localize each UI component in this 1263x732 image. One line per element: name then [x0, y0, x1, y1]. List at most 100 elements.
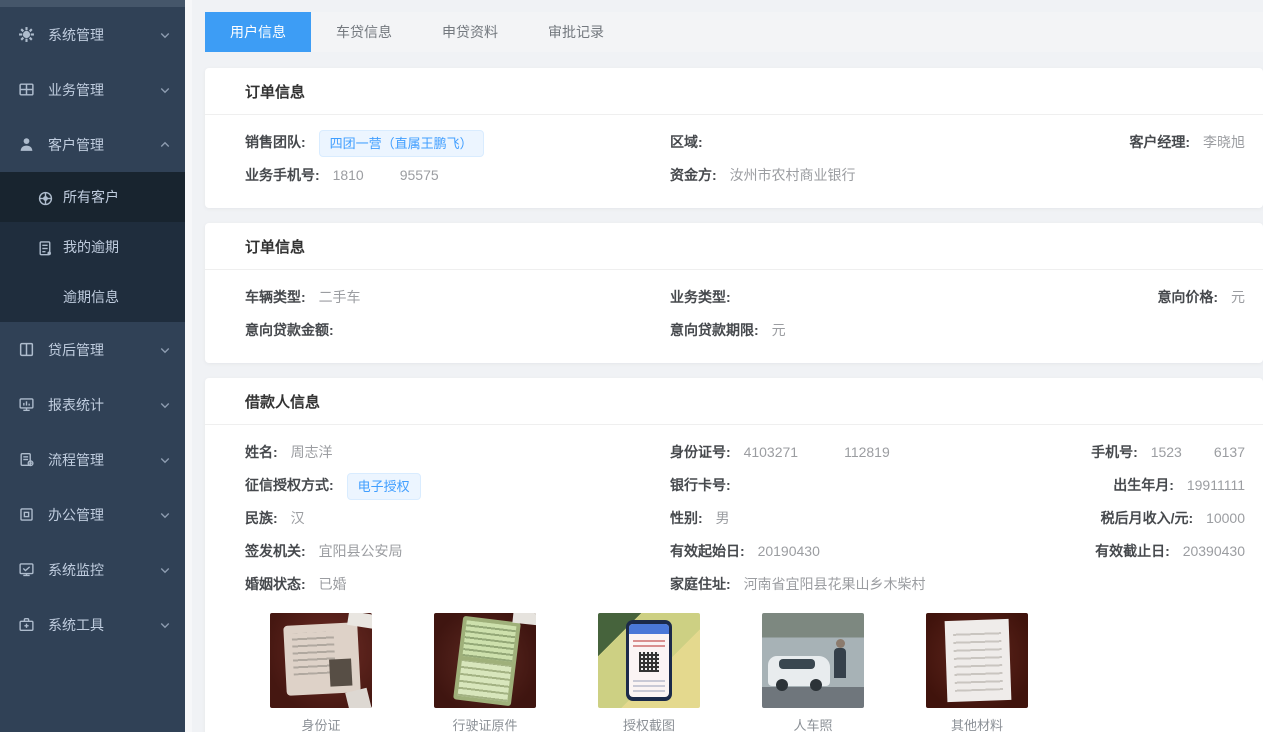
tab-approval-records[interactable]: 审批记录 [523, 12, 629, 52]
photo-caption: 行驶证原件 [434, 715, 536, 732]
field-label: 车辆类型: [245, 289, 306, 305]
credit-auth-tag[interactable]: 电子授权 [347, 473, 421, 500]
field-label: 销售团队: [245, 134, 306, 150]
sidebar-item-label: 逾期信息 [63, 287, 119, 307]
field-vehicle-type: 车辆类型: 二手车 [245, 281, 670, 314]
field-intended-loan-term: 意向贷款期限: 元 [670, 314, 1070, 347]
sales-team-tag[interactable]: 四团一营（直属王鹏飞） [319, 130, 484, 157]
chevron-down-icon [159, 619, 171, 631]
field-value: 4103271112819 [744, 444, 890, 460]
field-label: 客户经理: [1129, 134, 1190, 150]
sidebar-top-band [0, 0, 185, 7]
sidebar-item-label: 系统监控 [48, 560, 104, 580]
customer-management-submenu: 所有客户 我的逾期 逾期信息 [0, 172, 185, 322]
redacted-text [365, 169, 399, 183]
field-label: 资金方: [670, 167, 717, 183]
field-name: 姓名: 周志洋 [245, 436, 670, 469]
field-label: 区域: [670, 134, 703, 150]
authorization-screenshot-photo[interactable] [598, 613, 700, 708]
field-valid-to: 有效截止日: 20390430 [1070, 535, 1263, 568]
book-icon [18, 341, 35, 358]
field-label: 银行卡号: [670, 477, 731, 493]
field-value: 元 [1231, 289, 1245, 305]
sidebar-item-system-management[interactable]: 系统管理 [0, 7, 185, 62]
order-info-card-2: 订单信息 车辆类型: 二手车 业务类型: 意向价格: 元 意向贷款金额: [205, 223, 1263, 363]
chevron-down-icon [159, 564, 171, 576]
field-value: 宜阳县公安局 [319, 543, 403, 559]
field-label: 意向价格: [1157, 289, 1218, 305]
field-region: 区域: [670, 126, 1070, 159]
field-account-manager: 客户经理: 李晓旭 [1070, 126, 1263, 159]
phone-graphic [626, 620, 672, 701]
car-graphic [768, 656, 830, 686]
sidebar-item-system-tools[interactable]: 系统工具 [0, 597, 185, 652]
field-value: 19911111 [1187, 477, 1245, 493]
sidebar-item-system-monitoring[interactable]: 系统监控 [0, 542, 185, 597]
monitor-check-icon [18, 561, 35, 578]
field-label: 业务类型: [670, 289, 731, 305]
field-value: 汉 [291, 510, 305, 526]
sidebar-item-report-statistics[interactable]: 报表统计 [0, 377, 185, 432]
sidebar-item-overdue-info[interactable]: 逾期信息 [0, 272, 185, 322]
field-label: 业务手机号: [245, 167, 320, 183]
person-with-car-photo[interactable] [762, 613, 864, 708]
green-booklet-graphic [453, 616, 521, 706]
field-funder: 资金方: 汝州市农村商业银行 [670, 159, 1070, 192]
sidebar-item-customer-management[interactable]: 客户管理 [0, 117, 185, 172]
id-card-photo[interactable] [270, 613, 372, 708]
field-intended-loan-amount: 意向贷款金额: [245, 314, 670, 347]
sidebar-item-my-overdue[interactable]: 我的逾期 [0, 222, 185, 272]
chevron-down-icon [159, 29, 171, 41]
field-ethnicity: 民族: 汉 [245, 502, 670, 535]
field-value: 20390430 [1183, 543, 1245, 559]
field-label: 签发机关: [245, 543, 306, 559]
sidebar-item-office-management[interactable]: 办公管理 [0, 487, 185, 542]
sidebar-item-label: 办公管理 [48, 505, 104, 525]
field-monthly-income: 税后月收入/元: 10000 [1070, 502, 1263, 535]
sidebar-item-label: 我的逾期 [63, 237, 119, 257]
detail-tabs: 用户信息 车贷信息 申贷资料 审批记录 [205, 12, 1263, 52]
flow-clipboard-icon [18, 451, 35, 468]
sidebar-item-all-customers[interactable]: 所有客户 [0, 172, 185, 222]
tab-user-info[interactable]: 用户信息 [205, 12, 311, 52]
vehicle-license-photo[interactable] [434, 613, 536, 708]
card-title: 订单信息 [205, 223, 1263, 270]
tab-car-loan-info[interactable]: 车贷信息 [311, 12, 417, 52]
field-label: 姓名: [245, 444, 278, 460]
card-title: 借款人信息 [205, 378, 1263, 425]
field-value: 10000 [1206, 510, 1245, 526]
chevron-up-icon [159, 139, 171, 151]
main-content: 用户信息 车贷信息 申贷资料 审批记录 订单信息 销售团队: 四团一营（直属王鹏… [185, 0, 1263, 732]
chevron-down-icon [159, 399, 171, 411]
qr-code-graphic [639, 652, 659, 672]
grid-icon [18, 81, 35, 98]
field-bank-card: 银行卡号: [670, 469, 1070, 502]
sidebar-item-business-management[interactable]: 业务管理 [0, 62, 185, 117]
sidebar-item-post-loan-management[interactable]: 贷后管理 [0, 322, 185, 377]
field-value: 181095575 [333, 167, 439, 183]
user-icon [18, 136, 35, 153]
chart-monitor-icon [18, 396, 35, 413]
card-title: 订单信息 [205, 68, 1263, 115]
field-gender: 性别: 男 [670, 502, 1070, 535]
field-sales-team: 销售团队: 四团一营（直属王鹏飞） [245, 126, 670, 159]
sidebar-item-label: 系统管理 [48, 25, 104, 45]
borrower-info-card: 借款人信息 姓名: 周志洋 身份证号: 4103271112819 手机号: 1… [205, 378, 1263, 732]
document-paper-photo[interactable] [926, 613, 1028, 708]
field-value: 李晓旭 [1203, 134, 1245, 150]
sidebar-item-process-management[interactable]: 流程管理 [0, 432, 185, 487]
field-intended-price: 意向价格: 元 [1070, 281, 1263, 314]
field-valid-from: 有效起始日: 20190430 [670, 535, 1070, 568]
sidebar-item-label: 报表统计 [48, 395, 104, 415]
field-id-number: 身份证号: 4103271112819 [670, 436, 1070, 469]
field-label: 性别: [670, 510, 703, 526]
chevron-down-icon [159, 344, 171, 356]
field-label: 意向贷款期限: [670, 322, 759, 338]
tab-loan-application-materials[interactable]: 申贷资料 [417, 12, 523, 52]
document-photos: 身份证 行驶证原件 授权截图 [245, 601, 1263, 732]
document-icon [37, 240, 52, 255]
field-value: 已婚 [319, 576, 347, 592]
chevron-down-icon [159, 84, 171, 96]
redacted-text [1183, 446, 1213, 460]
field-label: 出生年月: [1113, 477, 1174, 493]
